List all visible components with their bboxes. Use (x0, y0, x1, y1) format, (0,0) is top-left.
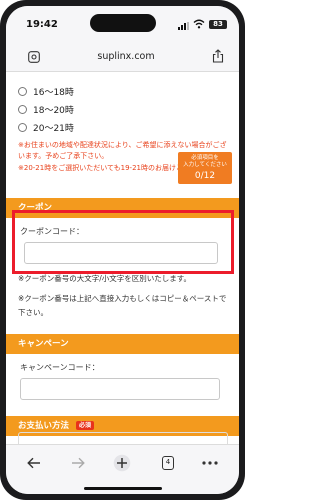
page-settings-icon[interactable] (28, 51, 40, 63)
campaign-code-label: キャンペーンコード： (20, 363, 100, 372)
payment-section-title: お支払い方法 (18, 421, 70, 431)
screen: 19:42 83 suplinx.com 16～18時 18～20時 20～21… (6, 6, 239, 494)
wifi-icon (193, 19, 205, 29)
more-icon (202, 461, 218, 465)
dynamic-island (90, 14, 156, 32)
tabs-count: 4 (162, 456, 174, 470)
time-option-16-18[interactable]: 16～18時 (18, 84, 74, 98)
required-fields-title: 必須項目を 入力してください (183, 155, 227, 168)
arrow-left-icon (27, 457, 40, 469)
coupon-note-2: ※クーポン番号は上記へ直接入力もしくはコピー＆ペーストで下さい。 (18, 294, 227, 317)
payment-option[interactable] (18, 432, 228, 444)
highlight-box (12, 210, 234, 274)
url-text[interactable]: suplinx.com (76, 51, 176, 62)
forward-button[interactable] (68, 453, 88, 473)
required-fields-count: 0/12 (194, 171, 216, 181)
arrow-right-icon (72, 457, 85, 469)
battery-icon: 83 (209, 20, 227, 29)
campaign-section-header: キャンペーン (6, 334, 239, 354)
browser-toolbar: 4 (6, 444, 239, 494)
signal-icon (178, 22, 190, 30)
new-tab-button[interactable] (112, 453, 132, 473)
address-bar[interactable]: suplinx.com (6, 42, 239, 72)
campaign-code-input[interactable] (20, 378, 220, 400)
radio-button[interactable] (18, 86, 27, 96)
time-option-20-21[interactable]: 20～21時 (18, 120, 74, 134)
home-indicator (84, 487, 162, 490)
page-content: 16～18時 18～20時 20～21時 ※お住まいの地域や配達状況により、ご希… (6, 72, 239, 444)
time-option-18-20[interactable]: 18～20時 (18, 102, 74, 116)
required-fields-badge: 必須項目を 入力してください 0/12 (178, 152, 232, 184)
delivery-note-2: ※20-21時をご選択いただいても19-21時のお届けとなります。 (18, 164, 178, 172)
share-icon[interactable] (212, 49, 224, 63)
radio-button[interactable] (18, 104, 27, 114)
required-tag: 必須 (75, 421, 94, 430)
more-button[interactable] (200, 453, 220, 473)
status-bar: 19:42 83 (6, 6, 239, 42)
tabs-button[interactable]: 4 (158, 453, 178, 473)
plus-icon (113, 454, 131, 472)
coupon-note-1: ※クーポン番号の大文字/小文字を区別いたします。 (18, 274, 192, 283)
phone-frame: 19:42 83 suplinx.com 16～18時 18～20時 20～21… (0, 0, 245, 500)
back-button[interactable] (24, 453, 44, 473)
radio-button[interactable] (18, 122, 27, 132)
status-time: 19:42 (26, 19, 58, 30)
